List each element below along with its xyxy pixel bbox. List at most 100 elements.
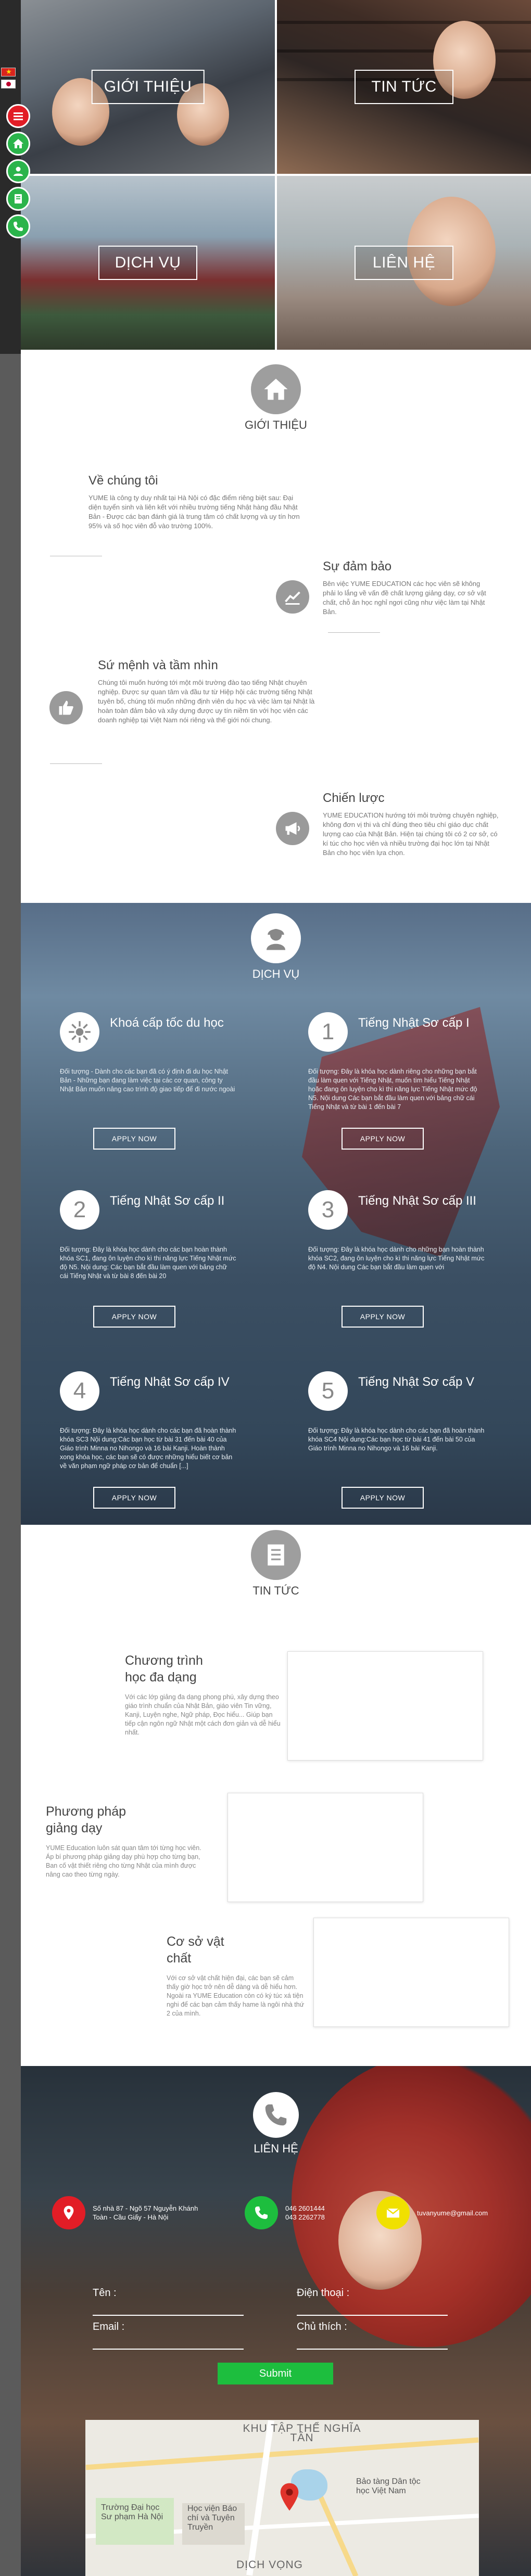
menu-button[interactable] xyxy=(6,104,30,128)
apply-now-button[interactable]: APPLY NOW xyxy=(93,1306,175,1328)
book-button[interactable] xyxy=(6,187,30,211)
chart-icon-circle xyxy=(276,580,309,614)
name-label: Tên : xyxy=(93,2287,117,2299)
home-button[interactable] xyxy=(6,132,30,156)
hero-tile-contact[interactable]: LIÊN HỆ xyxy=(277,176,531,350)
service-text: Đối tượng: Đây là khóa học dành cho các … xyxy=(308,1427,485,1452)
thumbs-up-icon xyxy=(59,700,73,715)
map-road xyxy=(246,2420,274,2576)
news-image[interactable] xyxy=(313,1918,509,2027)
map-place-label: Trường Đại học Sư phạm Hà Nội xyxy=(101,2503,163,2521)
hero-tile-intro[interactable]: GIỚI THIỆU xyxy=(21,0,275,174)
hero-grid: GIỚI THIỆU TIN TỨC DỊCH VỤ LIÊN HỆ xyxy=(21,0,531,350)
apply-now-button[interactable]: APPLY NOW xyxy=(342,1306,424,1328)
language-switcher xyxy=(1,68,16,92)
service-title: Tiếng Nhật Sơ cấp V xyxy=(358,1375,474,1389)
jp-flag-icon[interactable] xyxy=(1,80,16,88)
megaphone-icon xyxy=(285,822,300,835)
service-text: Đối tượng: Đây là khóa học dành cho các … xyxy=(60,1427,236,1470)
phone-icon xyxy=(265,2104,287,2126)
hero-contact-label[interactable]: LIÊN HỆ xyxy=(355,246,453,280)
vn-flag-icon[interactable] xyxy=(1,68,16,76)
hero-services-label[interactable]: DỊCH VỤ xyxy=(98,246,197,280)
service-title: Tiếng Nhật Sơ cấp I xyxy=(358,1016,470,1030)
news-text: Với các lớp giảng đa dạng phong phú, xây… xyxy=(125,1693,281,1736)
apply-now-button[interactable]: APPLY NOW xyxy=(93,1487,175,1509)
phone-label: Điện thoại : xyxy=(297,2287,350,2299)
news-heading[interactable]: Cơ sở vật chất xyxy=(167,1933,234,1967)
service-badge xyxy=(60,1012,99,1052)
side-nav xyxy=(6,104,30,242)
service-title: Khoá cấp tốc du học xyxy=(110,1016,224,1030)
map-marker-icon[interactable] xyxy=(279,2482,300,2511)
email-label: Email : xyxy=(93,2321,125,2332)
apply-now-button[interactable]: APPLY NOW xyxy=(342,1128,424,1150)
block-text: YUME là công ty duy nhất tại Hà Nội có đ… xyxy=(88,494,300,530)
location-map[interactable]: KHU TẬP THỂ NGHĨA TÂN Bảo tàng Dân tộc h… xyxy=(85,2420,479,2576)
phone-input[interactable] xyxy=(297,2300,448,2316)
news-text: Với cơ sở vật chất hiện đại, các bạn sẽ … xyxy=(167,1974,305,2017)
hero-tile-news[interactable]: TIN TỨC xyxy=(277,0,531,174)
service-title: Tiếng Nhật Sơ cấp IV xyxy=(110,1375,230,1389)
news-image[interactable] xyxy=(287,1651,483,1761)
phone-icon-circle xyxy=(245,2196,278,2229)
email-text[interactable]: tuvanyume@gmail.com xyxy=(417,2209,488,2217)
phone-number-1[interactable]: 046 2601444 xyxy=(285,2204,325,2213)
service-text: Đối tượng: Đây là khóa học dành cho các … xyxy=(60,1246,236,1280)
services-title: DỊCH VỤ xyxy=(252,967,300,980)
phone-number-2[interactable]: 043 2262778 xyxy=(285,2213,325,2222)
email-info: tuvanyume@gmail.com xyxy=(376,2196,488,2229)
apply-now-button[interactable]: APPLY NOW xyxy=(93,1128,175,1150)
service-badge: 3 xyxy=(308,1190,348,1230)
about-icon-circle xyxy=(251,364,301,414)
news-header: TIN TỨC xyxy=(21,1530,531,1598)
phone-button[interactable] xyxy=(6,214,30,238)
phone-field: Điện thoại : xyxy=(297,2287,448,2316)
address-text: Số nhà 87 - Ngõ 57 Nguyễn Khánh Toàn - C… xyxy=(93,2204,198,2221)
hero-intro-label[interactable]: GIỚI THIỆU xyxy=(91,70,205,104)
service-badge: 4 xyxy=(60,1371,99,1411)
service-badge: 1 xyxy=(308,1012,348,1052)
hero-tile-services[interactable]: DỊCH VỤ xyxy=(21,176,275,350)
map-place-label: Học viện Báo chí và Tuyên Truyền xyxy=(187,2504,237,2532)
service-text: Đối tượng: Đây là khóa học dành riêng ch… xyxy=(308,1068,477,1111)
home-icon xyxy=(13,139,23,148)
name-input[interactable] xyxy=(93,2300,244,2316)
news-heading[interactable]: Chương trình học đa dạng xyxy=(125,1652,219,1686)
about-block-4: Chiến lược YUME EDUCATION hướng tới môi … xyxy=(323,791,500,858)
news-heading[interactable]: Phương pháp giảng dạy xyxy=(46,1803,134,1837)
book-icon xyxy=(15,194,22,203)
block-heading: Sứ mệnh và tầm nhìn xyxy=(98,658,218,672)
mail-icon xyxy=(386,2208,400,2218)
user-button[interactable] xyxy=(6,159,30,183)
map-area-label: DỊCH VỌNG xyxy=(236,2559,304,2571)
about-header: GIỚI THIỆU xyxy=(21,364,531,432)
house-icon xyxy=(264,378,288,400)
left-rail xyxy=(0,0,21,2576)
hero-news-label[interactable]: TIN TỨC xyxy=(355,70,453,104)
map-pin-icon-circle xyxy=(52,2196,85,2229)
news-item: Cơ sở vật chất Với cơ sở vật chất hiện đ… xyxy=(167,1933,307,2018)
news-title: TIN TỨC xyxy=(252,1584,299,1597)
submit-button[interactable]: Submit xyxy=(218,2363,333,2384)
service-title: Tiếng Nhật Sơ cấp II xyxy=(110,1194,225,1208)
contact-title: LIÊN HỆ xyxy=(254,2142,298,2155)
about-block-1: Về chúng tôi YUME là công ty duy nhất tạ… xyxy=(88,474,307,531)
support-agent-icon xyxy=(267,929,285,950)
menu-icon xyxy=(14,112,23,120)
phone-numbers: 046 2601444 043 2262778 xyxy=(285,2204,325,2222)
email-input[interactable] xyxy=(93,2334,244,2350)
document-icon xyxy=(268,1544,284,1566)
about-block-3: Sứ mệnh và tầm nhìn Chúng tôi muốn hướng… xyxy=(98,658,317,725)
news-item: Chương trình học đa dạng Với các lớp giả… xyxy=(125,1652,281,1737)
service-badge: 5 xyxy=(308,1371,348,1411)
block-heading: Sự đảm bảo xyxy=(323,559,392,573)
service-text: Đối tượng - Dành cho các bạn đã có ý địn… xyxy=(60,1068,235,1093)
subject-input[interactable] xyxy=(297,2334,448,2350)
news-image[interactable] xyxy=(227,1793,423,1902)
block-heading: Chiến lược xyxy=(323,791,385,805)
map-pin-icon xyxy=(64,2205,74,2220)
divider xyxy=(328,632,380,633)
service-badge: 2 xyxy=(60,1190,99,1230)
apply-now-button[interactable]: APPLY NOW xyxy=(342,1487,424,1509)
